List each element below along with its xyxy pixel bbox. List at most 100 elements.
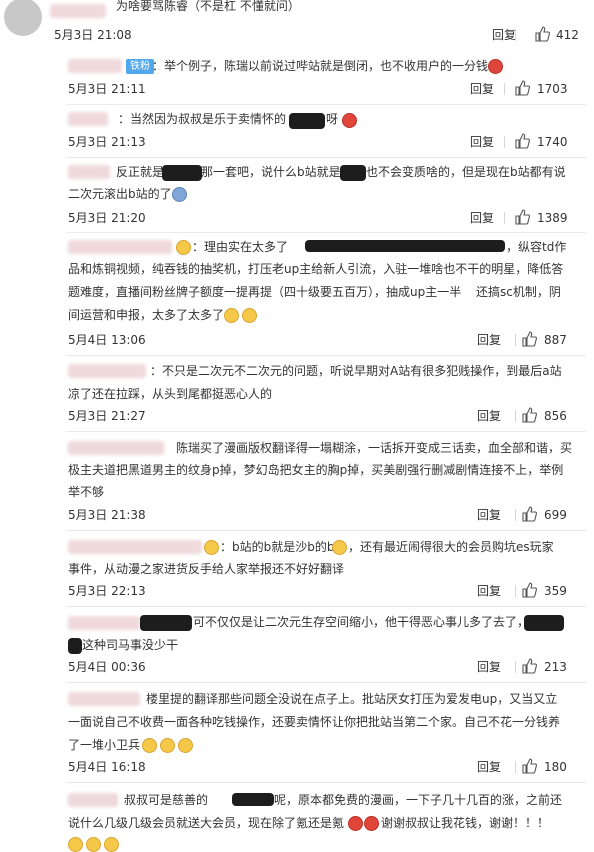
emoji-icon: [364, 816, 379, 831]
comment-text: 二次元滚出b站的了: [68, 187, 172, 201]
comment-text: 呀: [326, 112, 339, 126]
comment-text: 一面说自己不收费一面各种吃钱操作，还要卖情怀让你把批站当第二个家。自己不花一分钱…: [68, 715, 561, 729]
username[interactable]: [68, 364, 146, 378]
comment-text: 楼里提的翻译那些问题全没说在点子上。批站厌女打压为爱发电up，又当又立: [146, 692, 558, 706]
comment-date: 5月3日 21:11: [68, 82, 146, 96]
comment-date: 5月3日 21:27: [68, 409, 146, 423]
emoji-icon: [242, 308, 257, 323]
comment-text: 凉了还在拉踩，从头到尾都挺恶心人的: [68, 387, 273, 401]
emoji-icon: [172, 187, 187, 202]
thumbs-up-icon[interactable]: [521, 506, 537, 522]
comment-text: 反正就是: [116, 165, 165, 179]
comment-text: 间运营和申报，太多了太多了: [68, 308, 225, 322]
username[interactable]: [50, 4, 106, 18]
like-count[interactable]: 1389: [537, 211, 568, 225]
username[interactable]: [68, 59, 122, 73]
reply-button[interactable]: 回复: [477, 333, 501, 347]
username[interactable]: [68, 540, 202, 554]
emoji-icon: [142, 738, 157, 753]
like-count[interactable]: 412: [556, 28, 579, 42]
reply-button[interactable]: 回复: [477, 584, 501, 598]
comment-date: 5月3日 21:08: [54, 28, 132, 42]
like-count[interactable]: 699: [544, 508, 567, 522]
comment-date: 5月3日 21:20: [68, 211, 146, 225]
thumbs-up-icon[interactable]: [521, 658, 537, 674]
comment-text: 呢，原本都免费的漫画，一下子几十几百的涨，之前还: [274, 793, 563, 807]
emoji-icon: [176, 240, 191, 255]
like-count[interactable]: 213: [544, 660, 567, 674]
comment-text: 这种司马事没少干: [82, 638, 179, 652]
username[interactable]: [68, 692, 140, 706]
emoji-icon: [348, 816, 363, 831]
thumbs-up-icon[interactable]: [514, 80, 530, 96]
like-count[interactable]: 887: [544, 333, 567, 347]
comment-text: 为啥要骂陈睿（不是杠 不懂就问）: [116, 0, 300, 13]
comment-text: ：不只是二次元不二次元的问题，听说早期对A站有很多犯贱操作，到最后a站: [150, 364, 562, 378]
comment-text: ：理由实在太多了: [192, 240, 289, 254]
thumbs-up-icon[interactable]: [521, 407, 537, 423]
emoji-icon: [104, 837, 119, 852]
comment-date: 5月3日 21:13: [68, 135, 146, 149]
emoji-icon: [86, 837, 101, 852]
comment-text: ：当然因为叔叔是乐于卖情怀的: [118, 112, 287, 126]
comment-text: 了一堆小卫兵: [68, 738, 141, 752]
comment-text: 陈瑞买了漫画版权翻译得一塌糊涂，一话拆开变成三话卖，血全部和谐，买: [176, 441, 573, 455]
username[interactable]: [68, 240, 172, 254]
emoji-icon: [178, 738, 193, 753]
comment-text: ，纵容td作: [506, 240, 567, 254]
comment-text: 也不会变质啥的，但是现在b站都有说: [366, 165, 566, 179]
reply-button[interactable]: 回复: [477, 508, 501, 522]
comment-text: 举不够: [68, 485, 105, 499]
like-count[interactable]: 856: [544, 409, 567, 423]
emoji-icon: [160, 738, 175, 753]
thumbs-up-icon[interactable]: [521, 582, 537, 598]
comment-date: 5月4日 16:18: [68, 760, 146, 774]
emoji-icon: [204, 540, 219, 555]
comment-text: 说什么几级几级会员就送大会员，现在除了氪还是氪: [68, 816, 345, 830]
comment-text: ：举个例子，陈瑞以前说过哔站就是倒闭，也不收用户的一分钱: [152, 59, 489, 73]
comment-date: 5月4日 00:36: [68, 660, 146, 674]
comment-text: 极主夫道把黑道男主的纹身p掉，梦幻岛把女主的胸p掉，买美剧强行删减剧情连接不上，…: [68, 463, 564, 477]
username[interactable]: [68, 112, 108, 126]
emoji-icon: [68, 837, 83, 852]
comment-text: 谢谢叔叔让我花钱，谢谢！！！: [381, 816, 550, 830]
comment-text: 题难度，直播间粉丝牌子额度一提再提（四十级要五百万），抽成up主一半: [68, 285, 462, 299]
like-count[interactable]: 359: [544, 584, 567, 598]
thumbs-up-icon[interactable]: [514, 209, 530, 225]
comment-text: 那一套吧，说什么b站就是: [201, 165, 341, 179]
thumbs-up-icon[interactable]: [521, 758, 537, 774]
reply-button[interactable]: 回复: [470, 82, 494, 96]
reply-button[interactable]: 回复: [470, 135, 494, 149]
reply-button[interactable]: 回复: [477, 409, 501, 423]
avatar[interactable]: [4, 0, 42, 36]
comment-text: 品和炼铜视频，纯吞钱的抽奖机，打压老up主给新人引流，入驻一堆啥也不干的明星，降…: [68, 262, 564, 276]
comment-date: 5月4日 13:06: [68, 333, 146, 347]
like-count[interactable]: 180: [544, 760, 567, 774]
comment-text: ：b站的b就是沙b的b: [220, 540, 335, 554]
emoji-icon: [332, 540, 347, 555]
like-count[interactable]: 1703: [537, 82, 568, 96]
username[interactable]: [68, 793, 118, 807]
comment-text: 叔叔可是慈善的: [124, 793, 209, 807]
fan-badge: 铁粉: [126, 59, 154, 74]
reply-button[interactable]: 回复: [492, 28, 516, 42]
emoji-icon: [342, 113, 357, 128]
emoji-icon: [224, 308, 239, 323]
comment-text: 可不仅仅是让二次元生存空间缩小，他干得恶心事儿多了去了，: [193, 615, 530, 629]
username[interactable]: [68, 165, 110, 179]
reply-button[interactable]: 回复: [470, 211, 494, 225]
thumbs-up-icon[interactable]: [514, 133, 530, 149]
comment-text: 还搞sc机制，阴: [476, 285, 561, 299]
comment-text: 事件，从动漫之家进货反手给人家举报还不好好翻译: [68, 562, 345, 576]
username[interactable]: [68, 441, 164, 455]
comment-date: 5月3日 22:13: [68, 584, 146, 598]
emoji-icon: [488, 59, 503, 74]
thumbs-up-icon[interactable]: [521, 331, 537, 347]
like-count[interactable]: 1740: [537, 135, 568, 149]
comment-date: 5月3日 21:38: [68, 508, 146, 522]
comment-text: ，还有最近闹得很大的会员购坑es玩家: [348, 540, 554, 554]
reply-button[interactable]: 回复: [477, 760, 501, 774]
thumbs-up-icon[interactable]: [534, 26, 550, 42]
username[interactable]: [68, 616, 140, 630]
reply-button[interactable]: 回复: [477, 660, 501, 674]
